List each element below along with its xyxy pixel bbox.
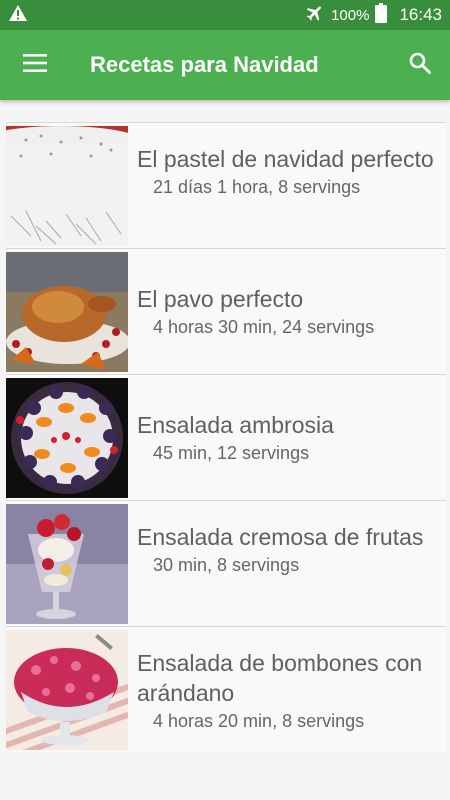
- recipe-image-fruit-salad: [6, 504, 128, 624]
- recipe-title: El pastel de navidad perfecto: [137, 146, 434, 172]
- status-bar: 100% 16:43: [0, 0, 450, 30]
- search-button[interactable]: [390, 30, 450, 100]
- recipe-meta: 4 horas 30 min, 24 servings: [153, 317, 375, 337]
- search-icon: [408, 51, 432, 80]
- recipe-item[interactable]: Ensalada de bombones con arándano 4 hora…: [6, 626, 446, 752]
- recipe-title: Ensalada cremosa de frutas: [137, 524, 424, 550]
- menu-icon: [23, 53, 47, 77]
- recipe-image-cranberry-salad: [6, 630, 128, 750]
- recipe-meta: 30 min, 8 servings: [153, 555, 300, 575]
- recipe-image-ambrosia: [6, 378, 128, 498]
- recipe-meta: 4 horas 20 min, 8 servings: [153, 711, 365, 731]
- airplane-mode-icon: [305, 3, 325, 27]
- app-bar: Recetas para Navidad: [0, 30, 450, 100]
- battery-icon: [375, 3, 388, 27]
- recipe-title: El pavo perfecto: [137, 286, 304, 312]
- recipe-item[interactable]: Ensalada ambrosia 45 min, 12 servings: [6, 374, 446, 500]
- clock: 16:43: [399, 5, 442, 24]
- recipe-meta: 45 min, 12 servings: [153, 443, 310, 463]
- recipe-image-cake: [6, 126, 128, 246]
- recipe-title: Ensalada ambrosia: [137, 412, 334, 438]
- recipe-item[interactable]: El pavo perfecto 4 horas 30 min, 24 serv…: [6, 248, 446, 374]
- app-title: Recetas para Navidad: [90, 52, 319, 77]
- recipe-item[interactable]: Ensalada cremosa de frutas 30 min, 8 ser…: [6, 500, 446, 626]
- recipe-image-turkey: [6, 252, 128, 372]
- warning-icon: [8, 4, 28, 27]
- recipe-item[interactable]: El pastel de navidad perfecto 21 días 1 …: [6, 122, 446, 248]
- recipe-meta: 21 días 1 hora, 8 servings: [153, 177, 361, 197]
- recipe-title: Ensalada de bombones con arándano: [137, 650, 423, 706]
- menu-button[interactable]: [0, 30, 70, 100]
- battery-level: 100%: [331, 6, 370, 24]
- recipe-list: El pastel de navidad perfecto 21 días 1 …: [6, 122, 446, 752]
